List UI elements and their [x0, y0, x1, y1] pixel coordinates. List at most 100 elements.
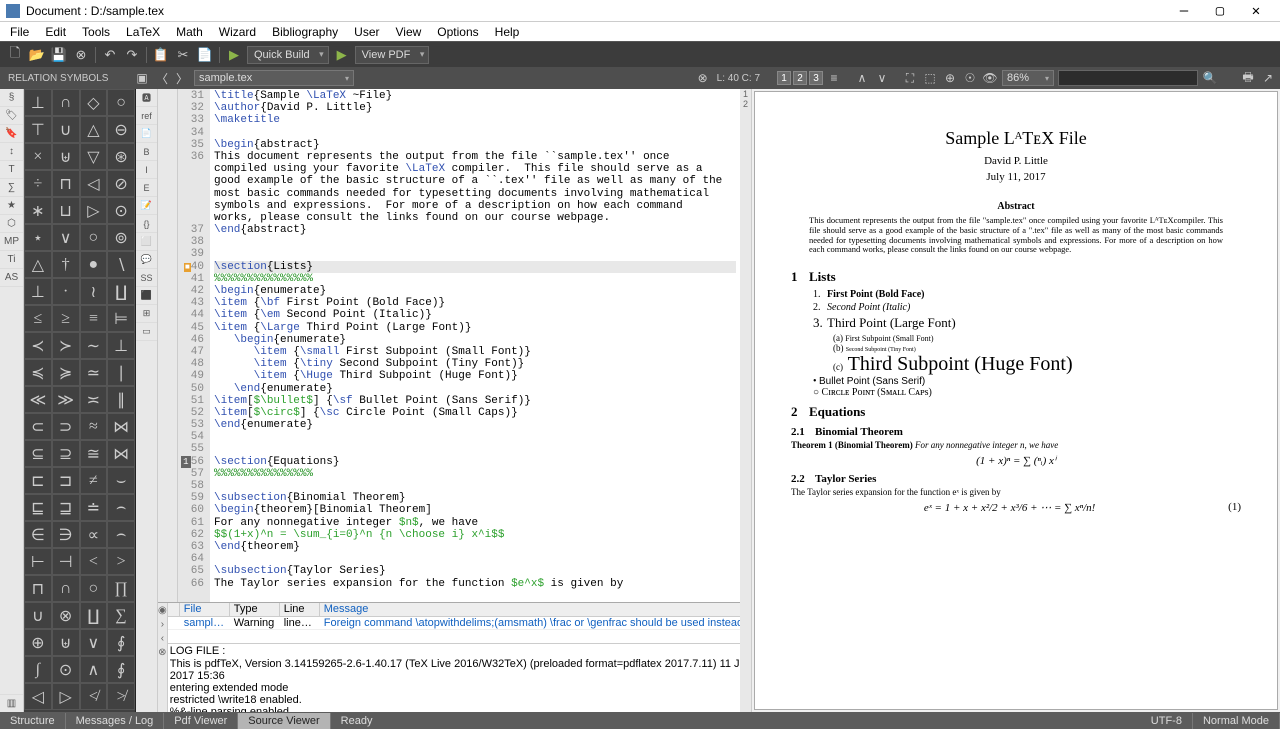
side-tool[interactable]: 🅰 — [136, 89, 157, 107]
symbol-cell[interactable]: ∣ — [107, 359, 135, 386]
symbol-cell[interactable]: ⊑ — [24, 494, 52, 521]
symbol-cell[interactable]: ▽ — [80, 143, 108, 170]
symbol-cell[interactable]: ⊏ — [24, 467, 52, 494]
symbol-cell[interactable]: ◇ — [80, 89, 108, 116]
symbol-cell[interactable]: ⌣ — [107, 467, 135, 494]
close-tab-icon[interactable]: ⊗ — [71, 45, 91, 65]
symbol-cell[interactable]: △ — [80, 116, 108, 143]
symbol-cell[interactable]: ∏ — [107, 575, 135, 602]
external-icon[interactable]: ↗ — [1259, 69, 1277, 87]
symbol-cell[interactable]: ≤ — [24, 305, 52, 332]
search-icon[interactable]: 🔍 — [1201, 69, 1219, 87]
symbol-cell[interactable]: ⊒ — [52, 494, 80, 521]
page-1[interactable]: 1 — [777, 71, 791, 85]
print-icon[interactable]: 🖶 — [1239, 69, 1257, 87]
side-tool[interactable]: {} — [136, 215, 157, 233]
symbol-cell[interactable]: ⊚ — [107, 224, 135, 251]
symbol-cell[interactable]: ∈ — [24, 521, 52, 548]
copy-icon[interactable]: 📋 — [151, 45, 171, 65]
symbol-cell[interactable]: ◁ — [24, 683, 52, 710]
side-tool[interactable]: 💬 — [136, 251, 157, 269]
tool-fav[interactable]: ★ — [0, 197, 23, 215]
page-3[interactable]: 3 — [809, 71, 823, 85]
symbol-cell[interactable]: ⋈ — [107, 440, 135, 467]
symbol-cell[interactable]: ⊢ — [24, 548, 52, 575]
symbol-cell[interactable]: ⊓ — [24, 575, 52, 602]
tab-source-viewer[interactable]: Source Viewer — [238, 713, 330, 729]
tab-messages[interactable]: Messages / Log — [66, 713, 165, 729]
symbol-cell[interactable]: ⋈ — [107, 413, 135, 440]
symbol-cell[interactable]: ○ — [107, 89, 135, 116]
symbol-cell[interactable]: · — [52, 278, 80, 305]
zoom-out-icon[interactable]: ☉ — [961, 69, 979, 87]
fit-width-icon[interactable]: ⛶ — [901, 69, 919, 87]
run-build-button[interactable]: ▶ — [224, 45, 244, 65]
symbol-cell[interactable]: < — [80, 548, 108, 575]
msg-next-icon[interactable]: › — [158, 617, 167, 631]
symbol-cell[interactable]: > — [107, 548, 135, 575]
symbol-cell[interactable]: ∼ — [80, 332, 108, 359]
tool-bold[interactable]: ↕ — [0, 143, 23, 161]
symbol-cell[interactable]: ≐ — [80, 494, 108, 521]
symbol-cell[interactable]: ⊙ — [52, 656, 80, 683]
close-button[interactable]: ✕ — [1238, 1, 1274, 21]
menu-options[interactable]: Options — [429, 22, 486, 41]
symbol-cell[interactable]: ∐ — [107, 278, 135, 305]
symbol-cell[interactable]: ⊣ — [52, 548, 80, 575]
symbol-cell[interactable]: ≯ — [107, 683, 135, 710]
symbol-cell[interactable]: ≀ — [80, 278, 108, 305]
menu-user[interactable]: User — [346, 22, 387, 41]
build-combo[interactable]: Quick Build — [247, 46, 329, 64]
symbol-cell[interactable]: ⊆ — [24, 440, 52, 467]
symbol-cell[interactable]: ○ — [80, 224, 108, 251]
menu-help[interactable]: Help — [487, 22, 528, 41]
side-tool[interactable]: ⊞ — [136, 305, 157, 323]
tool-pst[interactable]: ⬡ — [0, 215, 23, 233]
undo-icon[interactable]: ↶ — [100, 45, 120, 65]
tool-ref[interactable]: 🔖 — [0, 125, 23, 143]
menu-wizard[interactable]: Wizard — [211, 22, 264, 41]
symbol-cell[interactable]: ⊕ — [24, 629, 52, 656]
symbol-cell[interactable]: × — [24, 143, 52, 170]
symbol-cell[interactable]: ∩ — [52, 89, 80, 116]
symbol-cell[interactable]: ≥ — [52, 305, 80, 332]
symbol-cell[interactable]: ∧ — [80, 656, 108, 683]
symbol-cell[interactable]: ≮ — [80, 683, 108, 710]
symbol-cell[interactable]: ∨ — [80, 629, 108, 656]
tool-label[interactable]: 🏷 — [0, 107, 23, 125]
symbol-cell[interactable]: ∨ — [52, 224, 80, 251]
menu-latex[interactable]: LaTeX — [118, 22, 168, 41]
side-tool[interactable]: 📄 — [136, 125, 157, 143]
menu-bibliography[interactable]: Bibliography — [264, 22, 346, 41]
symbol-cell[interactable]: ≍ — [80, 386, 108, 413]
pdf-search-input[interactable] — [1058, 70, 1198, 86]
symbol-cell[interactable]: ⊐ — [52, 467, 80, 494]
tool-mp[interactable]: MP — [0, 233, 23, 251]
side-tool[interactable]: ref — [136, 107, 157, 125]
side-tool[interactable]: I — [136, 161, 157, 179]
symbol-cell[interactable]: ⊗ — [52, 602, 80, 629]
symbol-cell[interactable]: ⌢ — [107, 494, 135, 521]
symbol-cell[interactable]: ∑ — [107, 602, 135, 629]
symbol-cell[interactable]: ⊛ — [107, 143, 135, 170]
view-combo[interactable]: View PDF — [355, 46, 430, 64]
fit-page-icon[interactable]: ⬚ — [921, 69, 939, 87]
file-combo[interactable]: sample.tex — [194, 70, 354, 86]
menu-edit[interactable]: Edit — [37, 22, 74, 41]
panel-toggle-icon[interactable]: ▣ — [133, 69, 151, 87]
save-icon[interactable]: 💾 — [49, 45, 69, 65]
code-editor[interactable]: \title{Sample \LaTeX ~File}\author{David… — [210, 89, 740, 602]
symbol-cell[interactable]: ⊥ — [24, 278, 52, 305]
symbol-cell[interactable]: △ — [24, 251, 52, 278]
symbol-cell[interactable]: ≻ — [52, 332, 80, 359]
side-tool[interactable]: 📝 — [136, 197, 157, 215]
symbol-cell[interactable]: ∩ — [52, 575, 80, 602]
symbol-cell[interactable]: ◁ — [80, 170, 108, 197]
symbol-cell[interactable]: ⊨ — [107, 305, 135, 332]
new-icon[interactable]: 🗋 — [5, 45, 25, 65]
side-tool[interactable]: ⬛ — [136, 287, 157, 305]
nav-fwd-icon[interactable]: 〉 — [173, 69, 191, 87]
symbol-cell[interactable]: ▷ — [52, 683, 80, 710]
open-icon[interactable]: 📂 — [27, 45, 47, 65]
symbol-cell[interactable]: ⊤ — [24, 116, 52, 143]
